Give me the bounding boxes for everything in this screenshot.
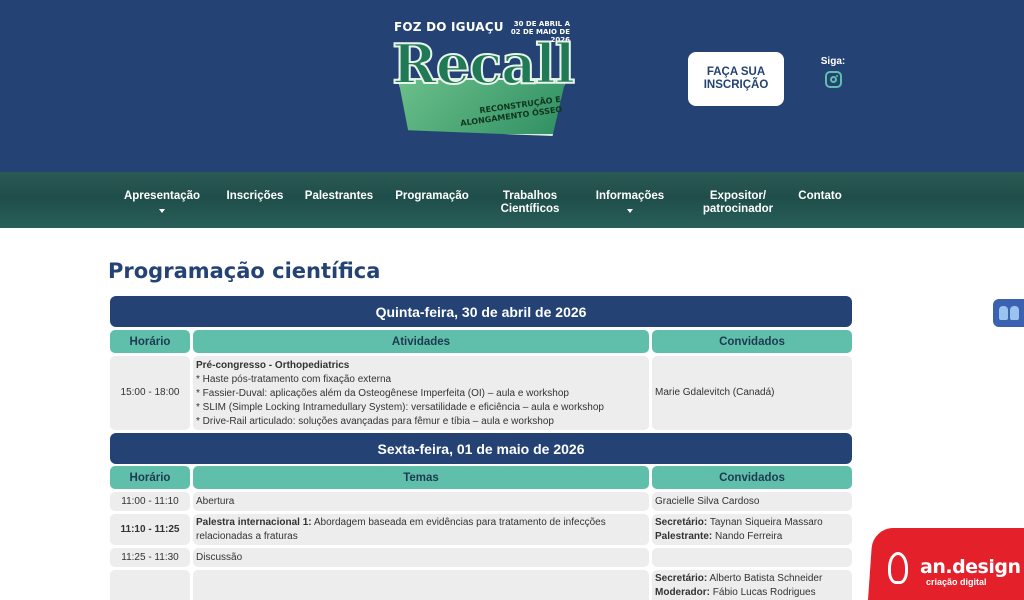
- nav-label: Apresentação: [123, 190, 201, 202]
- table-cell-guests: Secretário: Alberto Batista Schneider Mo…: [652, 570, 852, 600]
- table-cell-guests: [652, 548, 852, 567]
- nav-item-apresentacao[interactable]: Apresentação: [122, 190, 202, 213]
- column-header-time: Horário: [110, 466, 190, 489]
- activity-line: * Fassier-Duval: aplicações além da Oste…: [196, 388, 569, 399]
- table-cell-time: 11:10 - 11:25: [110, 514, 190, 545]
- table-cell-activity: Pré-congresso - Orthopediatrics * Haste …: [193, 356, 649, 430]
- guest-line: Secretário: Taynan Siqueira Massaro: [655, 516, 849, 530]
- table-cell-guests: Gracielle Silva Cardoso: [652, 492, 852, 511]
- event-logo[interactable]: FOZ DO IGUAÇU 30 DE ABRIL A 02 DE MAIO D…: [388, 14, 576, 144]
- nav-label: Trabalhos Científicos: [500, 190, 560, 215]
- table-cell-time: [110, 570, 190, 600]
- nav-item-contato[interactable]: Contato: [796, 190, 844, 203]
- guest-role: Moderador:: [655, 587, 710, 598]
- page-title: Programação científica: [108, 259, 381, 283]
- table-cell-topic: [193, 570, 649, 600]
- chevron-down-icon: [627, 209, 633, 213]
- nav-item-expositor[interactable]: Expositor/ patrocinador: [698, 190, 778, 216]
- nav-label: Inscrições: [226, 190, 284, 202]
- table-cell-guests: Marie Gdalevitch (Canadá): [652, 356, 852, 430]
- guest-line: Secretário: Alberto Batista Schneider: [655, 572, 849, 586]
- guest-name: Nando Ferreira: [715, 531, 783, 542]
- follow-label: Siga:: [820, 56, 846, 67]
- brand-name: an.design: [920, 556, 1021, 578]
- activity-line: * SLIM (Simple Locking Intramedullary Sy…: [196, 402, 604, 413]
- table-cell-time: 15:00 - 18:00: [110, 356, 190, 430]
- day-header: Sexta-feira, 01 de maio de 2026: [110, 433, 852, 464]
- guest-name: Fábio Lucas Rodrigues: [712, 587, 816, 598]
- instagram-icon[interactable]: [824, 71, 842, 88]
- nav-item-programacao[interactable]: Programação: [394, 190, 470, 203]
- nav-item-inscricoes[interactable]: Inscrições: [224, 190, 286, 203]
- register-button[interactable]: FAÇA SUA INSCRIÇÃO: [688, 52, 784, 106]
- column-header-activities: Atividades: [193, 330, 649, 353]
- nav-label: Programação: [395, 190, 469, 202]
- column-header-guests: Convidados: [652, 466, 852, 489]
- nav-item-trabalhos-cientificos[interactable]: Trabalhos Científicos: [496, 190, 564, 216]
- column-header-time: Horário: [110, 330, 190, 353]
- table-cell-topic: Abertura: [193, 492, 649, 511]
- nav-item-informacoes[interactable]: Informações: [592, 190, 668, 213]
- guest-line: Palestrante: Nando Ferreira: [655, 530, 849, 544]
- nav-label: Palestrantes: [304, 190, 374, 202]
- guest-line: Moderador: Fábio Lucas Rodrigues: [655, 586, 849, 600]
- table-cell-time: 11:25 - 11:30: [110, 548, 190, 567]
- team-photo-icon[interactable]: [993, 299, 1024, 327]
- guest-role: Secretário:: [655, 517, 708, 528]
- column-header-guests: Convidados: [652, 330, 852, 353]
- nav-label: Expositor/ patrocinador: [702, 190, 774, 215]
- table-cell-time: 11:00 - 11:10: [110, 492, 190, 511]
- topic-label: Palestra internacional 1:: [196, 517, 312, 528]
- person-icon: [1009, 306, 1019, 320]
- guest-name: Alberto Batista Schneider: [709, 573, 823, 584]
- person-icon: [998, 306, 1008, 320]
- brand-tagline: criação digital: [926, 577, 987, 587]
- table-cell-topic: Palestra internacional 1: Abordagem base…: [193, 514, 649, 545]
- guest-name: Taynan Siqueira Massaro: [709, 517, 823, 528]
- table-cell-guests: Secretário: Taynan Siqueira Massaro Pale…: [652, 514, 852, 545]
- nav-label: Informações: [595, 190, 665, 202]
- nav-label: Contato: [798, 190, 842, 202]
- activity-line: * Haste pós-tratamento com fixação exter…: [196, 374, 392, 385]
- day-header: Quinta-feira, 30 de abril de 2026: [110, 296, 852, 327]
- guest-role: Palestrante:: [655, 531, 713, 542]
- chevron-down-icon: [159, 209, 165, 213]
- main-nav: Apresentação Inscrições Palestrantes Pro…: [0, 172, 1024, 228]
- table-cell-topic: Discussão: [193, 548, 649, 567]
- brand-logo-icon: [888, 552, 908, 584]
- nav-item-palestrantes[interactable]: Palestrantes: [303, 190, 375, 203]
- social-follow: Siga:: [818, 56, 848, 93]
- activity-line: * Drive-Rail articulado: soluções avança…: [196, 416, 554, 427]
- activity-title: Pré-congresso - Orthopediatrics: [196, 360, 350, 371]
- logo-wordmark: Recall: [391, 32, 576, 96]
- site-header: FOZ DO IGUAÇU 30 DE ABRIL A 02 DE MAIO D…: [0, 0, 1024, 172]
- column-header-topics: Temas: [193, 466, 649, 489]
- guest-role: Secretário:: [655, 573, 708, 584]
